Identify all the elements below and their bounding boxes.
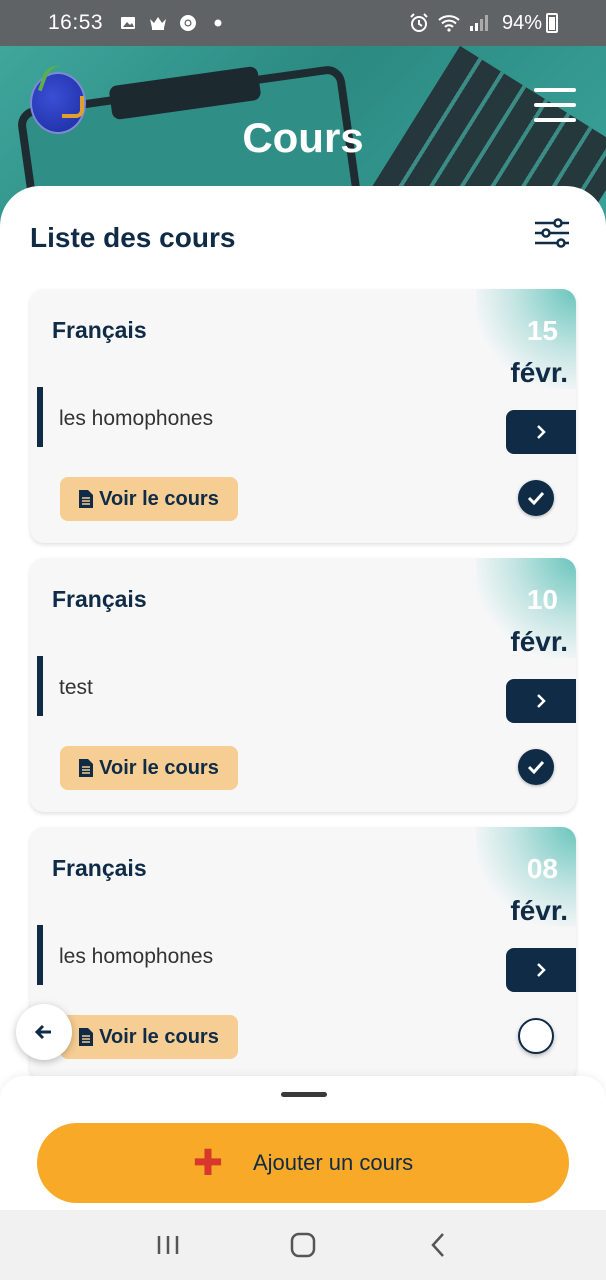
completed-toggle[interactable] bbox=[518, 480, 554, 516]
menu-icon-line bbox=[534, 103, 576, 107]
open-course-button[interactable] bbox=[506, 948, 576, 992]
list-heading: Liste des cours bbox=[30, 222, 236, 253]
chevron-left-icon bbox=[431, 1233, 445, 1257]
document-icon bbox=[79, 490, 94, 508]
document-icon bbox=[79, 1028, 94, 1046]
battery-icon bbox=[546, 13, 558, 33]
view-course-button[interactable]: Voir le cours bbox=[60, 1015, 238, 1059]
status-time: 16:53 bbox=[48, 11, 104, 34]
course-day: 10 bbox=[526, 584, 558, 615]
signal-icon bbox=[468, 12, 490, 34]
recent-apps-icon bbox=[157, 1236, 178, 1254]
course-day: 15 bbox=[526, 315, 558, 346]
dot-icon bbox=[207, 12, 229, 34]
course-month: févr. bbox=[510, 626, 568, 657]
back-button[interactable] bbox=[16, 1004, 72, 1060]
page-title: Cours bbox=[242, 114, 364, 161]
course-topic: les homophones bbox=[59, 945, 214, 968]
check-icon bbox=[527, 491, 545, 505]
recent-apps-button[interactable] bbox=[138, 1225, 198, 1265]
add-course-button[interactable]: ✚ Ajouter un cours bbox=[37, 1123, 569, 1203]
bottom-action-panel: ✚ Ajouter un cours bbox=[0, 1076, 606, 1210]
topic-accent-bar bbox=[37, 656, 43, 716]
add-course-label: Ajouter un cours bbox=[252, 1150, 414, 1175]
course-subject: Français bbox=[52, 586, 147, 612]
topic-accent-bar bbox=[37, 925, 43, 985]
menu-button[interactable] bbox=[534, 88, 576, 122]
alarm-icon bbox=[408, 12, 430, 34]
wifi-icon bbox=[438, 12, 460, 34]
course-list-sheet: Liste des cours Français 15 févr. les ho… bbox=[0, 186, 606, 1210]
view-course-button[interactable]: Voir le cours bbox=[60, 746, 238, 790]
completed-toggle[interactable] bbox=[518, 1018, 554, 1054]
menu-icon-line bbox=[534, 88, 576, 92]
view-course-label: Voir le cours bbox=[99, 487, 219, 510]
completed-toggle[interactable] bbox=[518, 749, 554, 785]
chevron-right-icon bbox=[537, 425, 546, 439]
status-bar: 16:53 94% bbox=[0, 0, 606, 46]
course-topic: test bbox=[59, 676, 93, 699]
home-icon bbox=[290, 1232, 316, 1258]
course-subject: Français bbox=[52, 317, 147, 343]
course-card[interactable]: Français 15 févr. les homophones Voir le… bbox=[30, 289, 576, 543]
view-course-label: Voir le cours bbox=[99, 1025, 219, 1048]
image-icon bbox=[117, 12, 139, 34]
system-navigation-bar bbox=[0, 1210, 606, 1280]
open-course-button[interactable] bbox=[506, 410, 576, 454]
document-icon bbox=[79, 759, 94, 777]
course-card[interactable]: Français 08 févr. les homophones Voir le… bbox=[30, 827, 576, 1081]
course-subject: Français bbox=[52, 855, 147, 881]
course-month: févr. bbox=[510, 357, 568, 388]
course-month: févr. bbox=[510, 895, 568, 926]
filter-icon[interactable] bbox=[534, 218, 570, 248]
drag-handle[interactable] bbox=[281, 1092, 327, 1097]
course-day: 08 bbox=[526, 853, 558, 884]
crown-icon bbox=[147, 12, 169, 34]
open-course-button[interactable] bbox=[506, 679, 576, 723]
home-button[interactable] bbox=[273, 1225, 333, 1265]
topic-accent-bar bbox=[37, 387, 43, 447]
chevron-right-icon bbox=[537, 963, 546, 977]
battery-percentage: 94% bbox=[501, 11, 542, 34]
menu-icon-line bbox=[534, 118, 576, 122]
arrow-left-icon bbox=[35, 1024, 51, 1040]
view-course-button[interactable]: Voir le cours bbox=[60, 477, 238, 521]
view-course-label: Voir le cours bbox=[99, 756, 219, 779]
course-topic: les homophones bbox=[59, 407, 214, 430]
system-back-button[interactable] bbox=[408, 1225, 468, 1265]
chrome-icon bbox=[177, 12, 199, 34]
course-card[interactable]: Français 10 févr. test Voir le cours bbox=[30, 558, 576, 812]
chevron-right-icon bbox=[537, 694, 546, 708]
plus-icon: ✚ bbox=[192, 1142, 223, 1183]
check-icon bbox=[527, 760, 545, 774]
